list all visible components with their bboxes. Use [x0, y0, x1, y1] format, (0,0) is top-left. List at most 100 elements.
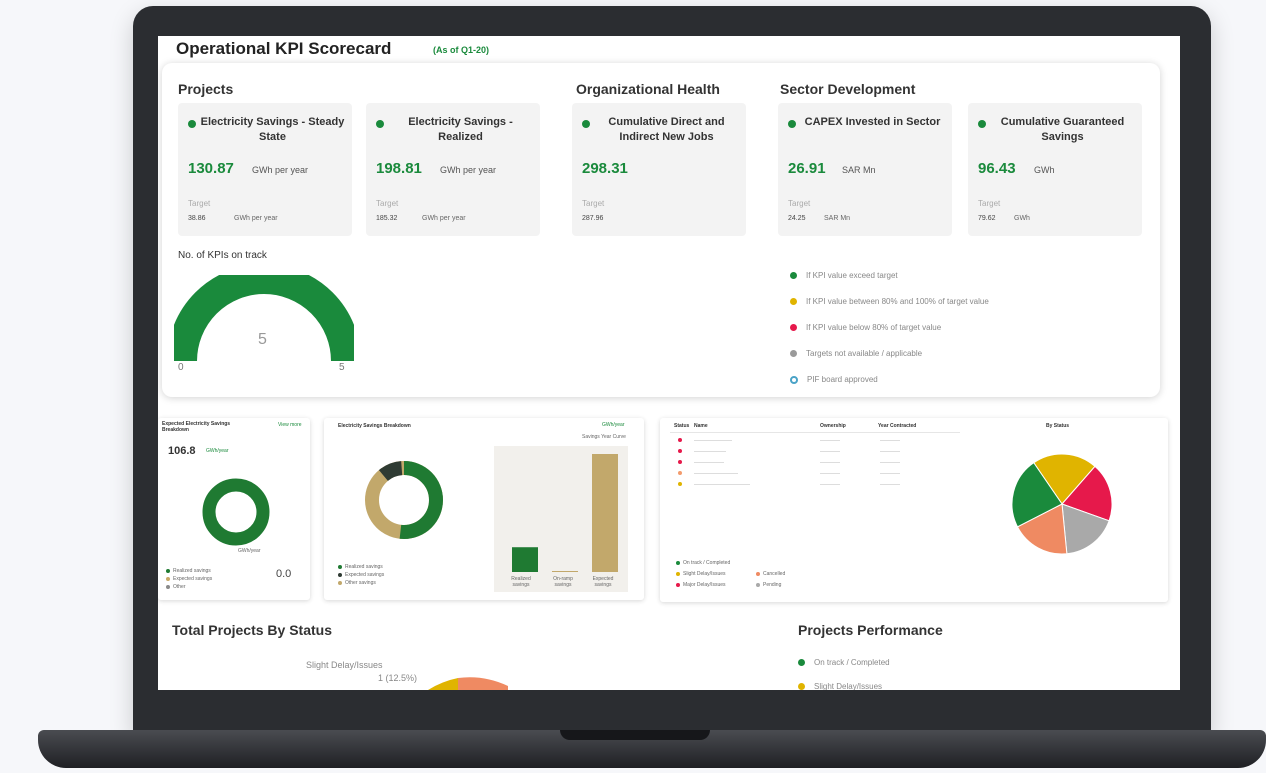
kpi-unit: GWh per year	[440, 165, 497, 175]
stat-value: 0.0	[276, 568, 292, 580]
mini1-legend-2: Other	[166, 584, 186, 590]
table-row[interactable]	[670, 447, 960, 455]
col-name: Name	[694, 423, 708, 429]
total-projects-title: Total Projects By Status	[172, 622, 333, 638]
legend-dot	[790, 350, 797, 358]
as-of-label: (As of Q1-20)	[433, 45, 490, 55]
bar-1[interactable]	[552, 571, 578, 572]
legend-label: Targets not available / applicable	[806, 349, 923, 358]
legend-label: Slight Delay/Issues	[814, 682, 883, 690]
cell-name	[694, 440, 732, 441]
legend-label: Realized savings	[173, 568, 211, 574]
col-ownership: Ownership	[820, 423, 846, 429]
gauge-min-label: 0	[178, 362, 184, 373]
legend-label: PIF board approved	[807, 375, 878, 384]
target-value: 185.32	[376, 215, 398, 222]
cell-name	[694, 451, 726, 452]
status-dot	[678, 438, 682, 442]
bar-0[interactable]	[512, 547, 538, 572]
status-dot	[376, 120, 384, 128]
target-value: 79.62	[978, 215, 996, 222]
savings-unit: GWh/year	[206, 448, 229, 454]
legend-dot	[798, 683, 805, 690]
cell-ownership	[820, 484, 840, 485]
kpi-value: 96.43	[978, 160, 1016, 177]
legend-label: If KPI value below 80% of target value	[806, 323, 942, 332]
expected-savings-panel: Expected Electricity Savings Breakdown V…	[158, 418, 310, 600]
projects-status-panel: Status Name Ownership Year Contracted On…	[660, 418, 1168, 602]
section-title-organizational-health: Organizational Health	[576, 81, 720, 97]
kpi-card-new-jobs[interactable]: Cumulative Direct and Indirect New Jobs …	[572, 103, 746, 236]
status-dot	[582, 120, 590, 128]
legend-label: Slight Delay/Issues	[683, 571, 726, 577]
legend-dot	[166, 576, 170, 581]
table-row[interactable]	[670, 458, 960, 466]
cell-name	[694, 473, 738, 474]
savings-value: 106.8	[168, 445, 196, 457]
legend-dot	[790, 375, 798, 384]
laptop-notch	[560, 730, 710, 740]
gauge-title: No. of KPIs on track	[178, 250, 267, 261]
legend-dot	[798, 659, 805, 667]
section-title-projects: Projects	[178, 81, 234, 97]
legend-not-available: Targets not available / applicable	[790, 349, 922, 358]
legend-dot	[790, 324, 797, 332]
target-label: Target	[188, 199, 211, 208]
status-legend-0: On track / Completed	[676, 560, 730, 566]
mini2-legend-0: Realized savings	[338, 564, 383, 570]
header-divider	[670, 432, 960, 433]
table-row[interactable]	[670, 480, 960, 488]
savings-donut	[202, 478, 270, 546]
cell-year	[880, 451, 900, 452]
kpi-name: Cumulative Guaranteed Savings	[1000, 116, 1125, 143]
target-unit: SAR Mn	[824, 215, 851, 222]
view-more-link[interactable]: View more	[278, 422, 302, 428]
legend-dot	[676, 582, 680, 587]
bar-label-1: On-ramp savings	[553, 576, 573, 588]
target-label: Target	[978, 199, 1001, 208]
kpi-name: Cumulative Direct and Indirect New Jobs	[608, 116, 725, 143]
legend-label: On track / Completed	[683, 560, 731, 566]
mini2-legend-1: Expected savings	[338, 572, 384, 578]
kpi-gauge	[174, 275, 354, 362]
kpi-name: Electricity Savings - Realized	[408, 116, 513, 143]
pie-title: By Status	[1046, 423, 1070, 429]
page-title: Operational KPI Scorecard	[176, 39, 392, 58]
bar-label-0: Realized savings	[511, 576, 531, 588]
panel-title: Expected Electricity Savings Breakdown	[162, 421, 231, 433]
legend-dot	[676, 560, 680, 565]
legend-label: Major Delay/Issues	[683, 582, 726, 588]
status-dot	[678, 460, 682, 464]
kpi-unit: GWh	[1034, 165, 1055, 175]
kpi-unit: GWh per year	[252, 165, 309, 175]
cell-year	[880, 473, 900, 474]
kpi-card-guaranteed-savings[interactable]: Cumulative Guaranteed Savings 96.43 GWh …	[968, 103, 1142, 236]
kpi-card-capex[interactable]: CAPEX Invested in Sector 26.91 SAR Mn Ta…	[778, 103, 952, 236]
table-row[interactable]	[670, 469, 960, 477]
savings-breakdown-donut	[365, 461, 443, 539]
cell-name	[694, 484, 750, 485]
cell-name	[694, 462, 724, 463]
kpi-card-realized[interactable]: Electricity Savings - Realized 198.81 GW…	[366, 103, 540, 236]
kpi-value: 198.81	[376, 160, 422, 177]
legend-dot	[676, 571, 680, 576]
target-value: 287.96	[582, 215, 604, 222]
kpi-value: 130.87	[188, 160, 234, 177]
table-row[interactable]	[670, 436, 960, 444]
legend-label: If KPI value between 80% and 100% of tar…	[806, 297, 989, 306]
col-status: Status	[674, 423, 690, 429]
kpi-card-steady-state[interactable]: Electricity Savings - Steady State 130.8…	[178, 103, 352, 236]
target-label: Target	[582, 199, 605, 208]
electricity-savings-panel: Electricity Savings Breakdown GWh/year S…	[324, 418, 644, 600]
target-value: 38.86	[188, 215, 206, 222]
cell-ownership	[820, 440, 840, 441]
bar-2[interactable]	[592, 454, 618, 572]
section-title-sector-development: Sector Development	[780, 81, 916, 97]
status-dot	[678, 482, 682, 486]
legend-80-100: If KPI value between 80% and 100% of tar…	[790, 297, 989, 306]
legend-below-80: If KPI value below 80% of target value	[790, 323, 941, 332]
kpi-unit: SAR Mn	[842, 165, 876, 175]
scorecard-panel: Projects Organizational Health Sector De…	[162, 63, 1160, 397]
panel-link[interactable]: GWh/year	[602, 422, 625, 428]
legend-label: Expected savings	[345, 572, 385, 578]
